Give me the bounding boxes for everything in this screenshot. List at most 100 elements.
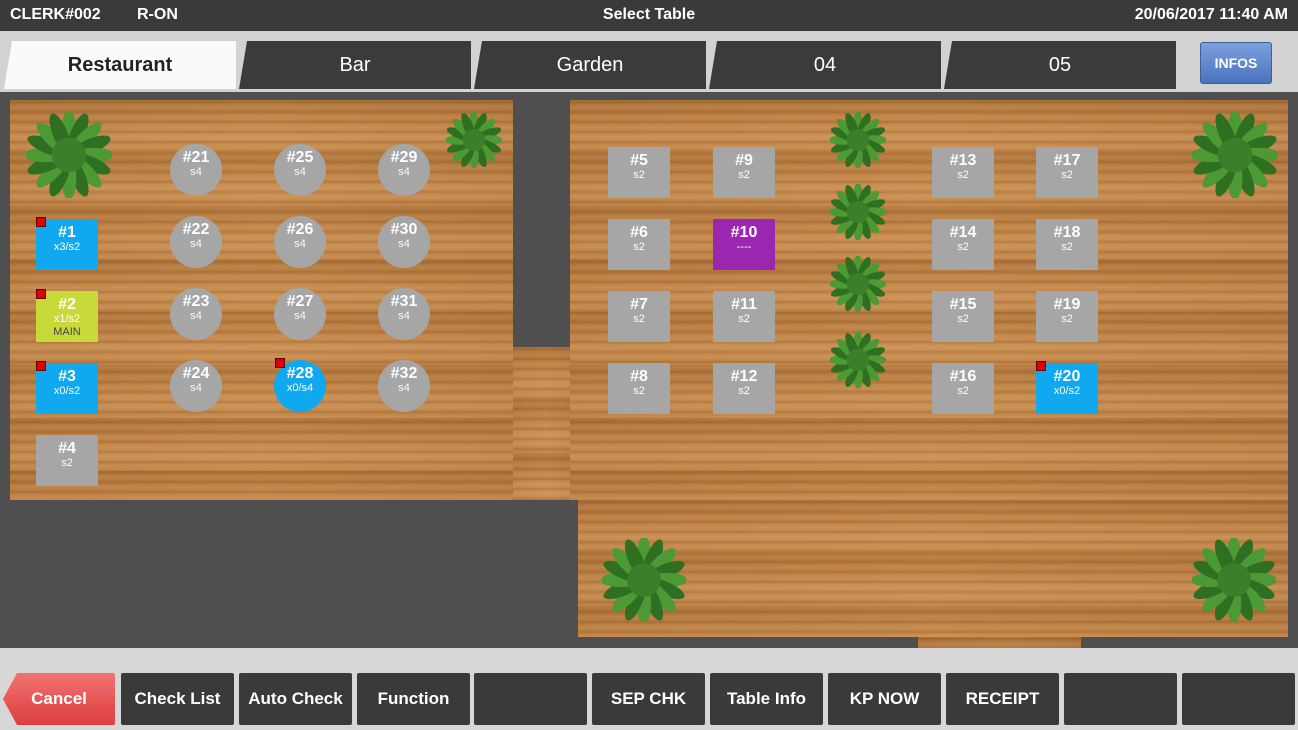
table-seats: s2 xyxy=(61,457,73,469)
table-25[interactable]: #25 s4 xyxy=(274,144,326,196)
table-12[interactable]: #12 s2 xyxy=(713,363,775,414)
table-number: #6 xyxy=(630,224,648,241)
table-number: #27 xyxy=(286,293,314,310)
table-seats: x1/s2 xyxy=(53,313,81,325)
table-seats: ---- xyxy=(736,241,752,253)
table-number: #7 xyxy=(630,296,648,313)
empty-button-10[interactable] xyxy=(1182,673,1295,725)
table-seats: s2 xyxy=(633,385,645,397)
plant-icon xyxy=(24,110,114,203)
datetime: 20/06/2017 11:40 AM xyxy=(1134,6,1288,23)
table-number: #18 xyxy=(1053,224,1081,241)
empty-button-9[interactable] xyxy=(1064,673,1177,725)
table-seats: s2 xyxy=(633,313,645,325)
table-seats: s2 xyxy=(957,313,969,325)
table-32[interactable]: #32 s4 xyxy=(378,360,430,412)
table-number: #15 xyxy=(949,296,977,313)
table-17[interactable]: #17 s2 xyxy=(1036,147,1098,198)
tab-restaurant[interactable]: Restaurant xyxy=(4,41,236,89)
plant-icon xyxy=(1190,536,1278,627)
infos-button[interactable]: INFOS xyxy=(1200,42,1272,84)
tab-bar[interactable]: Bar xyxy=(239,41,471,89)
table-16[interactable]: #16 s2 xyxy=(932,363,994,414)
table-24[interactable]: #24 s4 xyxy=(170,360,222,412)
table-seats: s2 xyxy=(1061,169,1073,181)
top-status-bar: CLERK#002 R-ON Select Table 20/06/2017 1… xyxy=(0,0,1298,31)
table-7[interactable]: #7 s2 xyxy=(608,291,670,342)
plant-icon xyxy=(828,330,888,393)
table-10[interactable]: #10 ---- xyxy=(713,219,775,270)
table-14[interactable]: #14 s2 xyxy=(932,219,994,270)
table-number: #16 xyxy=(949,368,977,385)
plant-icon xyxy=(1190,110,1280,203)
sep-chk-button[interactable]: SEP CHK xyxy=(592,673,705,725)
table-number: #21 xyxy=(182,149,210,166)
floor-area-right xyxy=(570,100,1288,500)
table-number: #32 xyxy=(390,365,418,382)
empty-button-4[interactable] xyxy=(474,673,587,725)
table-5[interactable]: #5 s2 xyxy=(608,147,670,198)
order-flag-icon xyxy=(36,217,46,227)
table-seats: s2 xyxy=(957,385,969,397)
tab-04[interactable]: 04 xyxy=(709,41,941,89)
table-27[interactable]: #27 s4 xyxy=(274,288,326,340)
table-4[interactable]: #4 s2 xyxy=(36,435,98,486)
table-seats: s4 xyxy=(190,382,202,394)
table-number: #22 xyxy=(182,221,210,238)
function-button[interactable]: Function xyxy=(357,673,470,725)
table-21[interactable]: #21 s4 xyxy=(170,144,222,196)
tab-garden[interactable]: Garden xyxy=(474,41,706,89)
table-number: #25 xyxy=(286,149,314,166)
table-seats: s2 xyxy=(1061,241,1073,253)
table-info-button[interactable]: Table Info xyxy=(710,673,823,725)
table-seats: s4 xyxy=(190,166,202,178)
table-seats: s4 xyxy=(398,238,410,250)
table-30[interactable]: #30 s4 xyxy=(378,216,430,268)
table-23[interactable]: #23 s4 xyxy=(170,288,222,340)
table-seats: s4 xyxy=(294,310,306,322)
table-number: #10 xyxy=(730,224,758,241)
table-11[interactable]: #11 s2 xyxy=(713,291,775,342)
table-seats: s4 xyxy=(190,238,202,250)
table-8[interactable]: #8 s2 xyxy=(608,363,670,414)
plant-icon xyxy=(828,182,888,245)
table-number: #5 xyxy=(630,152,648,169)
table-31[interactable]: #31 s4 xyxy=(378,288,430,340)
plant-icon xyxy=(600,536,688,627)
tab-05[interactable]: 05 xyxy=(944,41,1176,89)
table-number: #23 xyxy=(182,293,210,310)
table-seats: s2 xyxy=(633,241,645,253)
table-22[interactable]: #22 s4 xyxy=(170,216,222,268)
order-flag-icon xyxy=(36,289,46,299)
table-seats: s4 xyxy=(190,310,202,322)
receipt-button[interactable]: RECEIPT xyxy=(946,673,1059,725)
table-13[interactable]: #13 s2 xyxy=(932,147,994,198)
order-flag-icon xyxy=(275,358,285,368)
table-26[interactable]: #26 s4 xyxy=(274,216,326,268)
table-9[interactable]: #9 s2 xyxy=(713,147,775,198)
table-29[interactable]: #29 s4 xyxy=(378,144,430,196)
table-6[interactable]: #6 s2 xyxy=(608,219,670,270)
table-15[interactable]: #15 s2 xyxy=(932,291,994,342)
table-seats: s2 xyxy=(738,385,750,397)
table-number: #19 xyxy=(1053,296,1081,313)
select-table-screen: CLERK#002 R-ON Select Table 20/06/2017 1… xyxy=(0,0,1298,730)
table-number: #8 xyxy=(630,368,648,385)
table-seats: x3/s2 xyxy=(53,241,81,253)
table-seats: s2 xyxy=(738,313,750,325)
auto-check-button[interactable]: Auto Check xyxy=(239,673,352,725)
table-number: #30 xyxy=(390,221,418,238)
table-number: #29 xyxy=(390,149,418,166)
table-18[interactable]: #18 s2 xyxy=(1036,219,1098,270)
check-list-button[interactable]: Check List xyxy=(121,673,234,725)
table-number: #4 xyxy=(58,440,76,457)
kp-now-button[interactable]: KP NOW xyxy=(828,673,941,725)
table-seats: s4 xyxy=(398,310,410,322)
table-number: #12 xyxy=(730,368,758,385)
cancel-button[interactable]: Cancel xyxy=(3,673,115,725)
table-seats: x0/s2 xyxy=(53,385,81,397)
plant-icon xyxy=(828,110,888,173)
table-19[interactable]: #19 s2 xyxy=(1036,291,1098,342)
table-number: #31 xyxy=(390,293,418,310)
action-bar: Cancel Check List Auto Check Function SEP CH… xyxy=(0,648,1298,730)
